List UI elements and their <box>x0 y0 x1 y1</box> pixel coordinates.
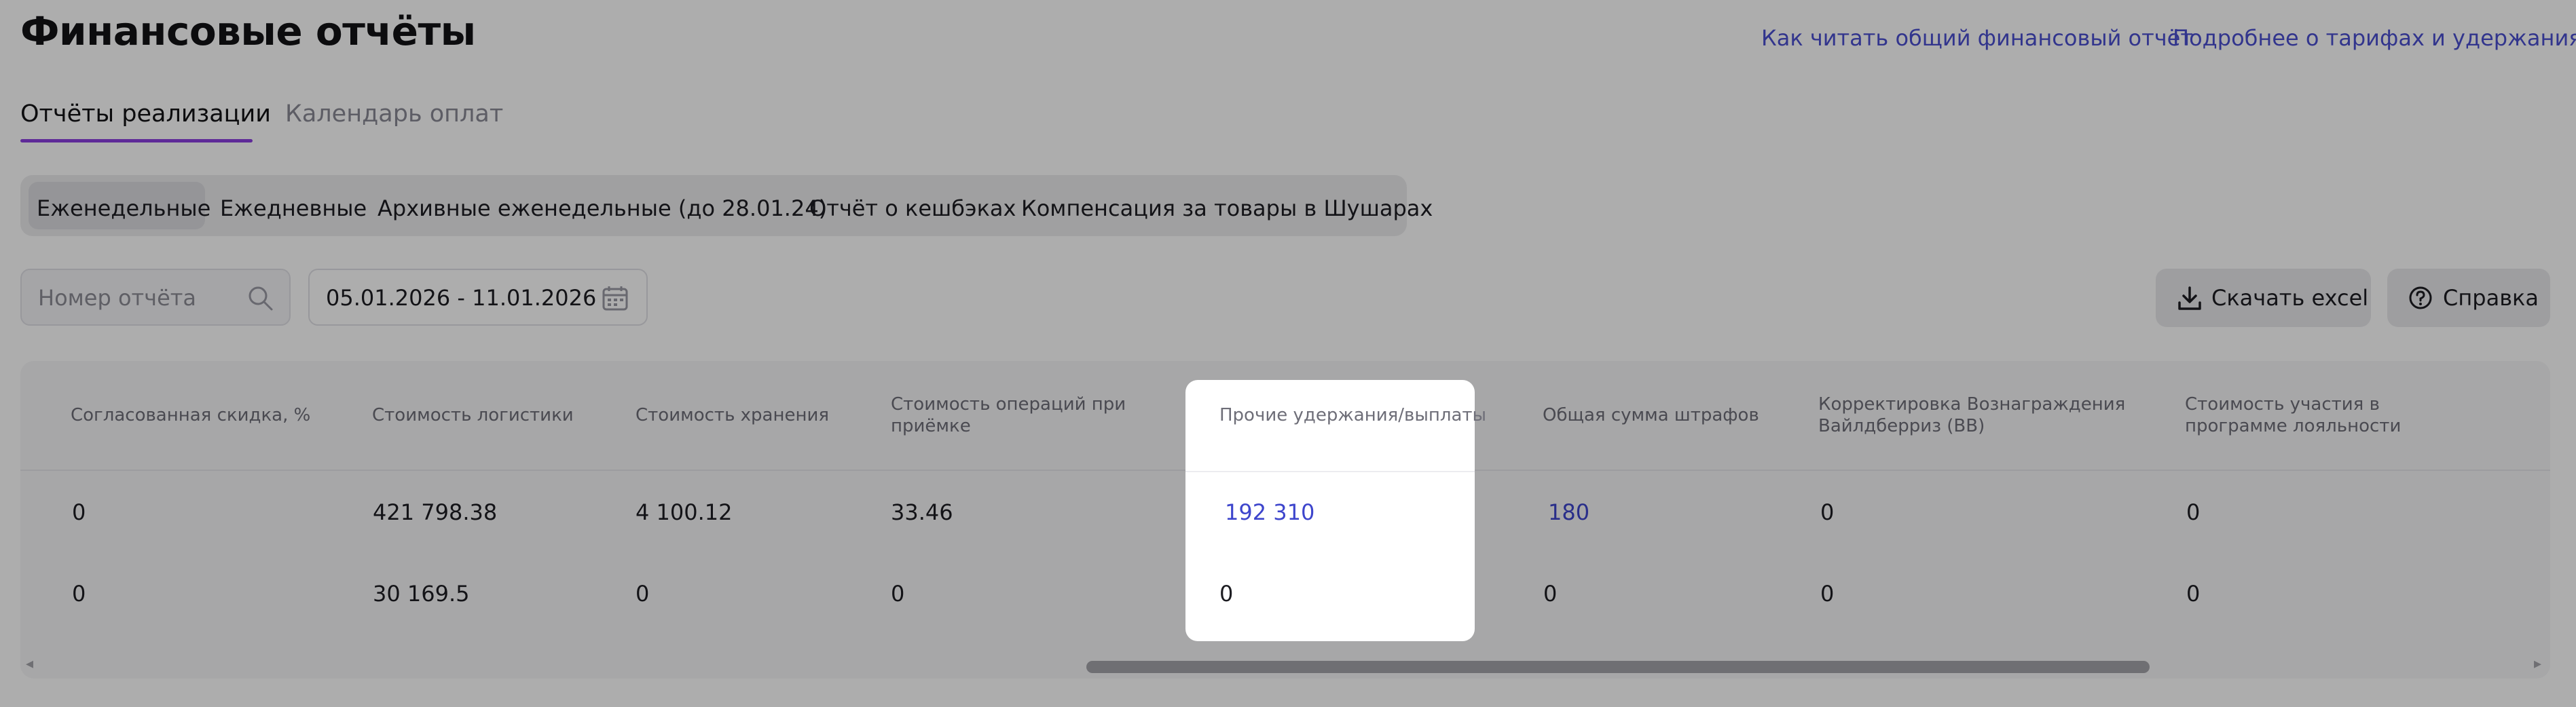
spotlight-divider <box>1185 471 1475 472</box>
arrow-right-icon[interactable]: ▸ <box>2534 655 2541 672</box>
table-cell: 0 <box>1219 581 1234 607</box>
horizontal-scrollbar-thumb[interactable] <box>1086 661 2150 673</box>
arrow-left-icon[interactable]: ◂ <box>26 655 33 672</box>
highlighted-column-other-deductions: Прочие удержания/выплаты 192 310 0 <box>1185 380 1487 641</box>
column-header-other-deductions: Прочие удержания/выплаты <box>1219 405 1487 425</box>
other-deductions-link[interactable]: 192 310 <box>1225 499 1314 525</box>
